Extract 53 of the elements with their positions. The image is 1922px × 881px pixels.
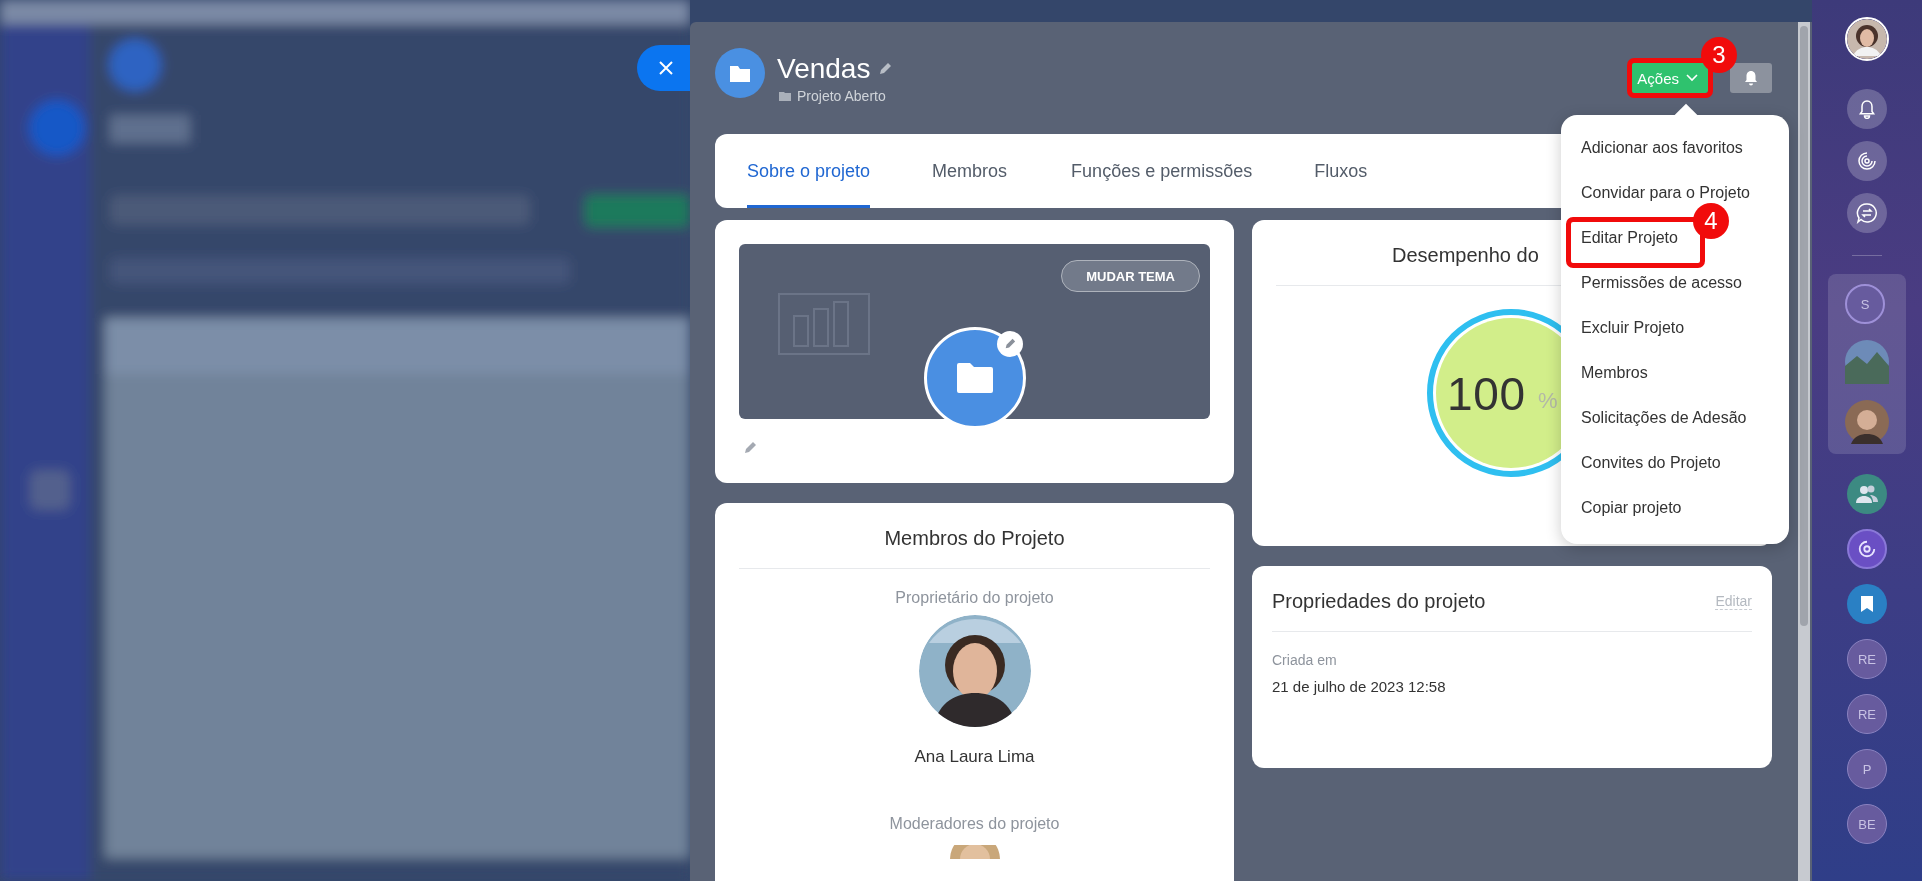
spiral-icon bbox=[1857, 539, 1877, 559]
close-icon bbox=[658, 60, 674, 76]
bookmark-icon bbox=[1861, 596, 1873, 612]
sync-button[interactable] bbox=[1847, 141, 1887, 181]
group-chat-avatar[interactable] bbox=[1847, 474, 1887, 514]
menu-item[interactable]: Copiar projeto bbox=[1581, 498, 1682, 517]
folder-icon bbox=[957, 363, 993, 393]
bell-icon bbox=[1858, 99, 1876, 119]
step-badge: 3 bbox=[1701, 37, 1737, 73]
channel-avatar[interactable] bbox=[1847, 529, 1887, 569]
gauge-unit: % bbox=[1538, 388, 1558, 413]
card-title: Desempenho do bbox=[1391, 244, 1540, 267]
caret-icon bbox=[1686, 74, 1698, 82]
menu-item[interactable]: Solicitações de Adesão bbox=[1581, 408, 1747, 427]
notifications-button[interactable] bbox=[1847, 89, 1887, 129]
menu-item[interactable]: Convidar para o Projeto bbox=[1581, 183, 1750, 202]
scrollbar[interactable] bbox=[1798, 22, 1810, 881]
tab[interactable]: Membros bbox=[932, 134, 1008, 208]
people-icon bbox=[1855, 485, 1879, 503]
owner-name: Ana Laura Lima bbox=[914, 747, 1035, 767]
bell-icon bbox=[1744, 70, 1758, 86]
saved-messages-avatar[interactable] bbox=[1847, 584, 1887, 624]
field-label: Criada em bbox=[1272, 652, 1338, 668]
project-status: Projeto Aberto bbox=[797, 88, 886, 104]
pencil-icon bbox=[1004, 338, 1016, 350]
chat-button[interactable] bbox=[1847, 193, 1887, 233]
card-title: Membros do Projeto bbox=[884, 527, 1065, 550]
tab[interactable]: Funções e permissões bbox=[1071, 134, 1253, 208]
change-theme-button[interactable]: MUDAR TEMA bbox=[1061, 260, 1200, 292]
edit-avatar-button[interactable] bbox=[997, 331, 1023, 357]
scrollbar-thumb[interactable] bbox=[1800, 26, 1808, 626]
menu-item[interactable]: Adicionar aos favoritos bbox=[1581, 138, 1743, 157]
notification-button[interactable] bbox=[1730, 63, 1772, 93]
card-title: Propriedades do projeto bbox=[1272, 590, 1486, 613]
menu-item[interactable]: Membros bbox=[1581, 363, 1648, 382]
tab[interactable]: Fluxos bbox=[1314, 134, 1368, 208]
gauge-value: 100 bbox=[1447, 368, 1525, 420]
chat-avatar[interactable]: S bbox=[1845, 284, 1885, 324]
menu-item[interactable]: Editar Projeto bbox=[1581, 228, 1678, 247]
chat-arrows-icon bbox=[1856, 202, 1878, 224]
project-title: Vendas bbox=[777, 52, 871, 86]
folder-icon bbox=[715, 48, 765, 98]
menu-item[interactable]: Permissões de acesso bbox=[1581, 273, 1742, 292]
tab[interactable]: Sobre o projeto bbox=[747, 134, 871, 208]
menu-item[interactable]: Excluir Projeto bbox=[1581, 318, 1685, 337]
step-badge: 4 bbox=[1693, 203, 1729, 239]
moderators-label: Moderadores do projeto bbox=[889, 815, 1060, 833]
field-value: 21 de julho de 2023 12:58 bbox=[1272, 678, 1447, 695]
spiral-icon bbox=[1856, 150, 1878, 172]
pencil-icon[interactable] bbox=[878, 62, 893, 76]
folder-icon bbox=[779, 91, 791, 101]
menu-item[interactable]: Convites do Projeto bbox=[1581, 453, 1721, 472]
owner-label: Proprietário do projeto bbox=[895, 589, 1054, 607]
